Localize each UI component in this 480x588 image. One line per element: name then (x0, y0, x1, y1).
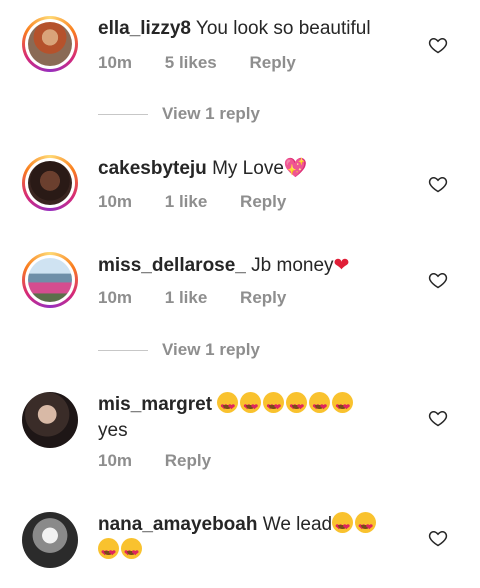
comment-time: 10m (98, 451, 133, 470)
heart-eyes-emoji-group (217, 392, 355, 420)
comment-likes[interactable]: 5 likes (165, 53, 217, 73)
heart-eyes-emoji (355, 512, 377, 540)
comment-time: 10m (98, 53, 133, 72)
comment-body: We lead (257, 514, 333, 535)
reply-button[interactable]: Reply (165, 451, 211, 471)
divider (98, 350, 148, 352)
comment-text: ella_lizzy8 You look so beautiful (98, 16, 420, 42)
heart-eyes-emoji (263, 392, 285, 420)
heart-eyes-emoji (121, 538, 142, 566)
reply-button[interactable]: Reply (240, 288, 286, 308)
heart-eyes-emoji (286, 392, 308, 420)
comment-body: Jb money (245, 255, 334, 276)
comment-text: nana_amayeboah We lead (98, 512, 420, 566)
comment-likes[interactable]: 1 like (165, 192, 208, 212)
comment-username[interactable]: cakesbyteju (98, 158, 207, 179)
heart-outline-icon[interactable] (428, 270, 448, 290)
comment-meta: 10m 5 likes Reply (98, 53, 296, 73)
divider (98, 114, 148, 116)
heart-eyes-emoji (332, 512, 354, 540)
avatar[interactable] (22, 155, 78, 211)
heart-eyes-emoji (309, 392, 331, 420)
view-replies-button[interactable]: View 1 reply (98, 104, 260, 124)
comment-username[interactable]: nana_amayeboah (98, 514, 257, 535)
comment-body: You look so beautiful (190, 18, 371, 39)
comment-username[interactable]: miss_dellarose_ (98, 255, 246, 276)
sparkling-heart-emoji: 💖 (283, 158, 308, 179)
avatar[interactable] (22, 392, 78, 448)
comment-text: mis_margret yes (98, 392, 420, 444)
comment-time: 10m (98, 288, 133, 307)
comment-meta: 10m 1 like Reply (98, 288, 286, 308)
heart-outline-icon[interactable] (428, 174, 448, 194)
heart-outline-icon[interactable] (428, 35, 448, 55)
avatar[interactable] (22, 512, 78, 568)
reply-button[interactable]: Reply (240, 192, 286, 212)
heart-outline-icon[interactable] (428, 528, 448, 548)
view-replies-label: View 1 reply (162, 340, 260, 359)
view-replies-label: View 1 reply (162, 104, 260, 123)
comment-time: 10m (98, 192, 133, 211)
avatar[interactable] (22, 252, 78, 308)
heart-eyes-emoji (240, 392, 262, 420)
comment-text: cakesbyteju My Love💖 (98, 156, 420, 182)
comment-username[interactable]: mis_margret (98, 394, 212, 415)
heart-eyes-emoji (98, 538, 119, 566)
avatar[interactable] (22, 16, 78, 72)
comment-text: miss_dellarose_ Jb money❤ (98, 253, 420, 279)
comment-likes[interactable]: 1 like (165, 288, 208, 308)
red-heart-emoji: ❤ (333, 255, 350, 276)
comment-username[interactable]: ella_lizzy8 (98, 18, 191, 39)
comment-body: My Love (206, 158, 284, 179)
heart-outline-icon[interactable] (428, 408, 448, 428)
view-replies-button[interactable]: View 1 reply (98, 340, 260, 360)
heart-eyes-emoji (217, 392, 239, 420)
heart-eyes-emoji (332, 392, 354, 420)
comment-body: yes (98, 420, 128, 441)
comment-meta: 10m Reply (98, 451, 211, 471)
reply-button[interactable]: Reply (250, 53, 296, 73)
comment-meta: 10m 1 like Reply (98, 192, 286, 212)
